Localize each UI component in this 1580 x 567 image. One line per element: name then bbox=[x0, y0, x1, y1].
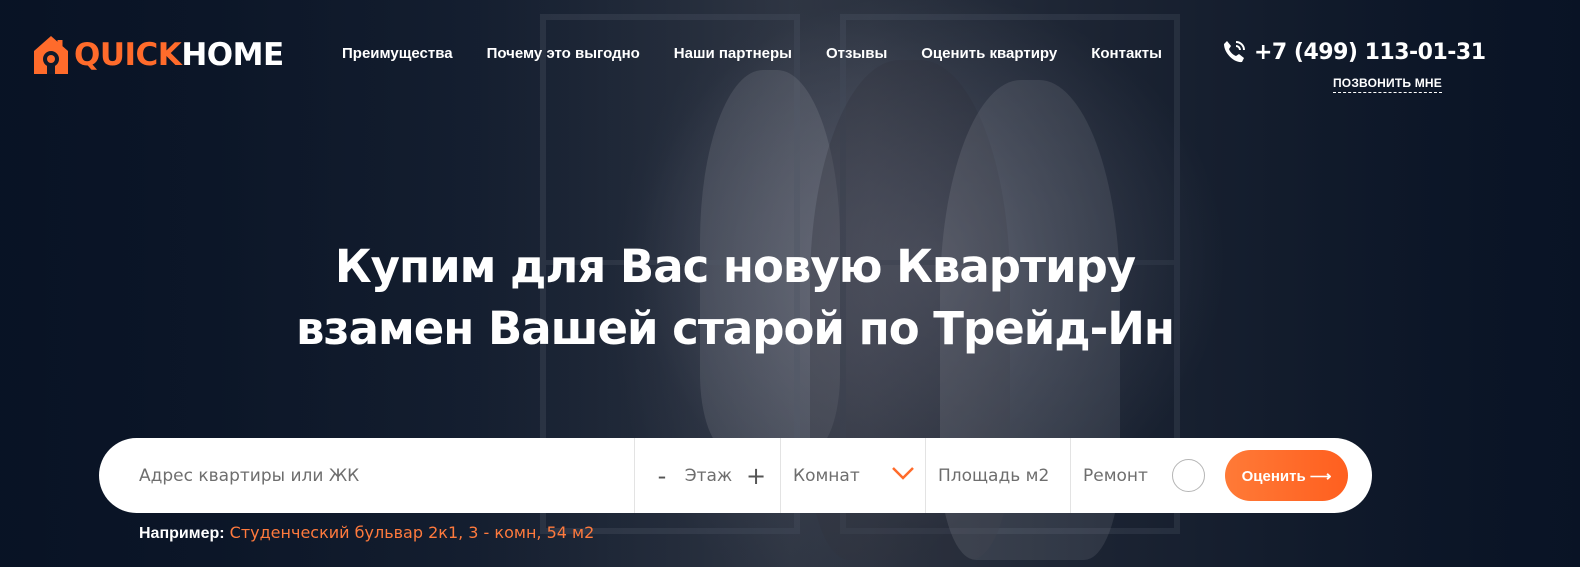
floor-stepper: - Этаж + bbox=[635, 438, 781, 513]
nav-link-why-profitable[interactable]: Почему это выгодно bbox=[487, 45, 640, 62]
nav-link-advantages[interactable]: Преимущества bbox=[342, 45, 453, 62]
repair-toggle[interactable] bbox=[1172, 459, 1205, 492]
floor-decrement-button[interactable]: - bbox=[653, 462, 671, 490]
callback-link[interactable]: ПОЗВОНИТЬ МНЕ bbox=[1332, 76, 1442, 93]
title-line-2: взамен Вашей старой по Трейд-Ин bbox=[295, 302, 1175, 355]
area-field-wrapper bbox=[926, 438, 1071, 513]
nav-link-evaluate[interactable]: Оценить квартиру bbox=[921, 45, 1057, 62]
valuation-form: - Этаж + Комнат Ремонт Оценить ⟶ bbox=[99, 438, 1372, 513]
evaluate-button[interactable]: Оценить ⟶ bbox=[1225, 450, 1348, 501]
nav-link-partners[interactable]: Наши партнеры bbox=[674, 45, 792, 62]
main-nav: Преимущества Почему это выгодно Наши пар… bbox=[342, 45, 1196, 62]
phone-number: +7 (499) 113-01-31 bbox=[1254, 39, 1486, 65]
address-field-wrapper bbox=[99, 438, 635, 513]
phone-icon bbox=[1220, 38, 1248, 66]
logo-text-quick: QUICK bbox=[74, 37, 182, 73]
logo-text-home: HOME bbox=[181, 37, 284, 73]
site-logo[interactable]: QUICKHOME bbox=[32, 33, 284, 77]
page-title: Купим для Вас новую Квартиру взамен Ваше… bbox=[230, 236, 1240, 360]
floor-label: Этаж bbox=[684, 465, 733, 486]
house-logo-icon bbox=[32, 34, 70, 76]
nav-link-contacts[interactable]: Контакты bbox=[1091, 45, 1162, 62]
repair-label: Ремонт bbox=[1083, 465, 1148, 486]
phone-link[interactable]: +7 (499) 113-01-31 bbox=[1220, 38, 1486, 66]
contact-block: +7 (499) 113-01-31 ПОЗВОНИТЬ МНЕ bbox=[1220, 38, 1486, 93]
floor-increment-button[interactable]: + bbox=[746, 462, 766, 490]
example-link[interactable]: Студенческий бульвар 2к1, 3 - комн, 54 м… bbox=[230, 523, 595, 542]
address-input[interactable] bbox=[139, 465, 579, 486]
rooms-label: Комнат bbox=[793, 465, 860, 486]
example-label: Например: bbox=[139, 525, 225, 542]
chevron-down-icon bbox=[891, 466, 915, 485]
example-hint: Например: Студенческий бульвар 2к1, 3 - … bbox=[139, 523, 594, 543]
logo-wordmark: QUICKHOME bbox=[74, 37, 284, 73]
title-line-1: Купим для Вас новую Квартиру bbox=[334, 240, 1136, 293]
nav-link-reviews[interactable]: Отзывы bbox=[826, 45, 887, 62]
rooms-select[interactable]: Комнат bbox=[781, 438, 926, 513]
area-input[interactable] bbox=[938, 465, 1063, 486]
repair-field: Ремонт bbox=[1071, 438, 1221, 513]
